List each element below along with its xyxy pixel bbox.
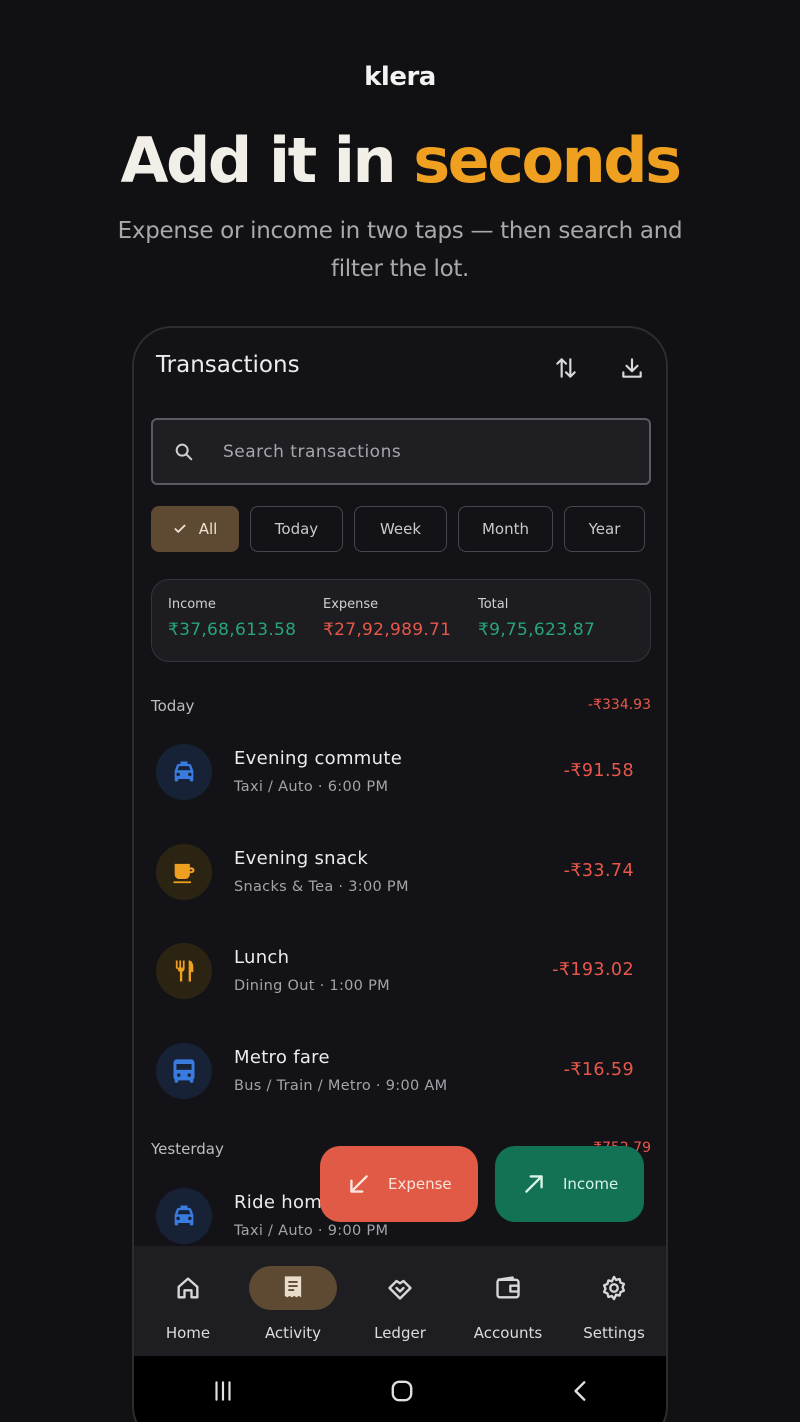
taxi-icon: [156, 1188, 212, 1244]
summary-expense: Expense ₹27,92,989.71: [323, 597, 452, 640]
search-field[interactable]: [151, 418, 651, 485]
nav-item-settings[interactable]: Settings: [570, 1246, 658, 1356]
search-input[interactable]: [223, 441, 603, 462]
page-title: Transactions: [156, 352, 300, 378]
brand-logo: klera: [364, 62, 436, 92]
summary-total: Total ₹9,75,623.87: [478, 597, 596, 640]
restaurant-icon: [156, 943, 212, 999]
promo-headline: Add it in seconds: [0, 124, 800, 197]
search-icon: [175, 443, 193, 460]
filter-chip-month[interactable]: Month: [458, 506, 553, 552]
filter-chip-week[interactable]: Week: [354, 506, 447, 552]
section-header-today: Today -₹334.93: [151, 697, 651, 715]
receipt-icon: [249, 1266, 337, 1310]
taxi-icon: [156, 744, 212, 800]
home-icon: [144, 1266, 232, 1310]
add-expense-button[interactable]: Expense: [320, 1146, 478, 1222]
nav-item-ledger[interactable]: Ledger: [356, 1246, 444, 1356]
nav-item-home[interactable]: Home: [144, 1246, 232, 1356]
sort-icon[interactable]: [552, 354, 580, 382]
check-icon: [174, 524, 186, 533]
bus-icon: [156, 1043, 212, 1099]
bottom-nav: Home Activity Ledger Accounts Settings: [134, 1246, 666, 1356]
headline-main: Add it in: [120, 124, 414, 197]
filter-chip-year[interactable]: Year: [564, 506, 645, 552]
phone-frame: Transactions All Today Week Month Year I…: [132, 326, 668, 1422]
gear-icon: [570, 1266, 658, 1310]
arrow-up-right-icon: [525, 1175, 543, 1193]
home-button-icon[interactable]: [389, 1378, 415, 1404]
coffee-icon: [156, 844, 212, 900]
wallet-icon: [464, 1266, 552, 1310]
filter-chips: All Today Week Month Year: [151, 506, 645, 554]
summary-income: Income ₹37,68,613.58: [168, 597, 297, 640]
filter-chip-all[interactable]: All: [151, 506, 239, 552]
transaction-row[interactable]: Evening snack Snacks & Tea · 3:00 PM -₹3…: [156, 844, 634, 904]
arrow-down-left-icon: [350, 1175, 368, 1193]
transaction-row[interactable]: Evening commute Taxi / Auto · 6:00 PM -₹…: [156, 744, 634, 804]
recent-apps-icon[interactable]: [210, 1378, 236, 1404]
promo-subtitle: Expense or income in two taps — then sea…: [117, 218, 683, 282]
filter-chip-today[interactable]: Today: [250, 506, 343, 552]
add-income-button[interactable]: Income: [495, 1146, 644, 1222]
transaction-row[interactable]: Lunch Dining Out · 1:00 PM -₹193.02: [156, 943, 634, 1003]
summary-card: Income ₹37,68,613.58 Expense ₹27,92,989.…: [151, 579, 651, 662]
headline-accent: seconds: [413, 124, 682, 197]
back-icon[interactable]: [568, 1378, 594, 1404]
download-icon[interactable]: [618, 354, 646, 382]
system-nav-bar: [134, 1356, 666, 1422]
nav-item-activity[interactable]: Activity: [249, 1246, 337, 1356]
nav-item-accounts[interactable]: Accounts: [464, 1246, 552, 1356]
transaction-row[interactable]: Metro fare Bus / Train / Metro · 9:00 AM…: [156, 1043, 634, 1103]
handshake-icon: [356, 1266, 444, 1310]
